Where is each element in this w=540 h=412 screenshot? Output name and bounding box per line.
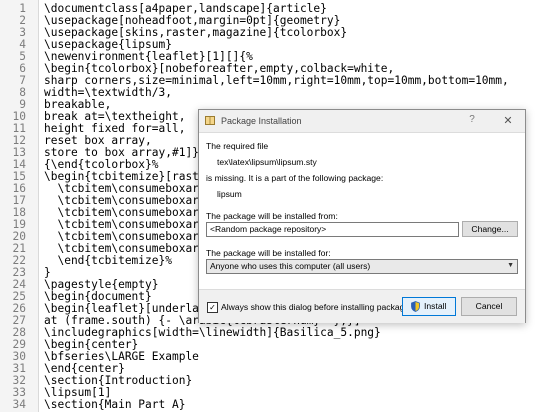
installed-for-value: Anyone who uses this computer (all users…	[210, 261, 371, 271]
line-number: 34	[12, 398, 26, 411]
dialog-title: Package Installation	[221, 116, 302, 126]
close-button[interactable]: ✕	[501, 114, 515, 128]
installed-for-label: The package will be installed for:	[206, 248, 331, 258]
chevron-down-icon: ▼	[507, 262, 514, 269]
always-show-label: Always show this dialog before installin…	[221, 302, 414, 312]
missing-text: is missing. It is a part of the followin…	[206, 173, 384, 183]
package-name: lipsum	[217, 189, 242, 199]
repository-value: <Random package repository>	[210, 224, 327, 234]
always-show-checkbox[interactable]: ✓	[207, 302, 218, 313]
package-icon	[205, 116, 215, 125]
code-line[interactable]: 34 \section{Main Part A}	[0, 397, 540, 412]
help-button[interactable]: ?	[465, 114, 479, 128]
install-button-label: Install	[424, 301, 447, 311]
change-button[interactable]: Change...	[462, 221, 518, 237]
install-button[interactable]: Install	[402, 297, 456, 316]
package-installation-dialog: Package Installation ? ✕ The required fi…	[198, 109, 526, 323]
repository-field[interactable]: <Random package repository>	[206, 222, 459, 237]
shield-icon	[411, 301, 420, 312]
installed-for-select[interactable]: Anyone who uses this computer (all users…	[206, 259, 518, 274]
dialog-footer: ✓ Always show this dialog before install…	[199, 289, 525, 323]
installed-from-label: The package will be installed from:	[206, 211, 338, 221]
required-file-label: The required file	[206, 141, 269, 151]
code-text: \section{Main Part A}	[44, 398, 186, 411]
cancel-button[interactable]: Cancel	[461, 297, 517, 316]
required-file-path: tex\latex\lipsum\lipsum.sty	[217, 157, 317, 167]
dialog-titlebar: Package Installation ? ✕	[199, 110, 525, 133]
